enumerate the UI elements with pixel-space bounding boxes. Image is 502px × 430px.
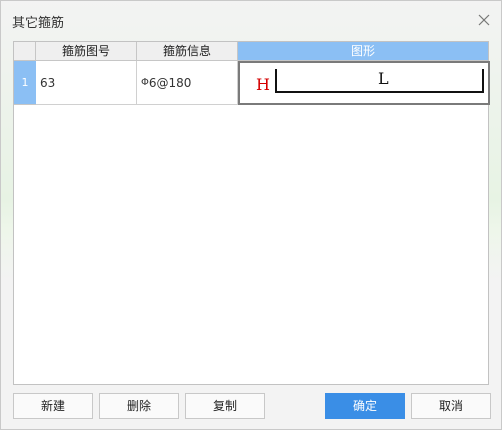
row-header-1[interactable]: 1 xyxy=(14,61,36,105)
shape-label-l: L xyxy=(378,69,389,88)
dialog-window: 其它箍筋 箍筋图号 箍筋信息 图形 1 63 Φ6@180 H L 新建 删除 … xyxy=(0,0,502,430)
column-header-code[interactable]: 箍筋图号 xyxy=(36,42,137,61)
delete-button[interactable]: 删除 xyxy=(99,393,179,419)
cancel-button[interactable]: 取消 xyxy=(411,393,491,419)
new-button[interactable]: 新建 xyxy=(13,393,93,419)
copy-button[interactable]: 复制 xyxy=(185,393,265,419)
ok-button[interactable]: 确定 xyxy=(325,393,405,419)
close-icon[interactable] xyxy=(475,11,493,29)
dialog-title: 其它箍筋 xyxy=(12,16,65,31)
table-corner-header[interactable] xyxy=(14,42,36,61)
cell-stirrup-info[interactable]: Φ6@180 xyxy=(137,61,238,105)
cell-stirrup-shape[interactable]: H L xyxy=(238,61,490,105)
stirrup-table: 箍筋图号 箍筋信息 图形 1 63 Φ6@180 H L xyxy=(13,41,490,385)
shape-label-h: H xyxy=(256,75,270,94)
rebar-grade-symbol: Φ xyxy=(141,77,149,88)
column-header-info[interactable]: 箍筋信息 xyxy=(137,42,238,61)
cell-stirrup-code[interactable]: 63 xyxy=(36,61,137,105)
stirrup-info-text: 6@180 xyxy=(148,76,192,90)
column-header-shape[interactable]: 图形 xyxy=(238,42,488,61)
stirrup-shape-drawing xyxy=(275,69,484,93)
